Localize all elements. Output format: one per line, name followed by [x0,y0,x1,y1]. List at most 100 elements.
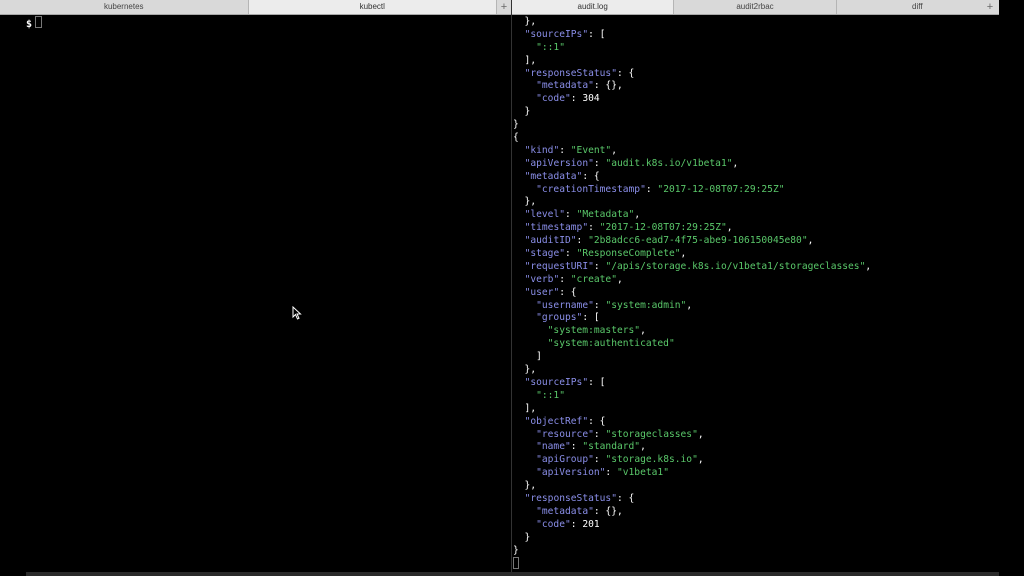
json-punct: , [617,273,623,285]
json-punct [513,506,536,517]
json-key: "user" [524,286,560,298]
json-punct [513,209,525,220]
json-key: "metadata" [524,170,583,182]
json-punct [513,42,536,53]
json-punct [513,235,525,246]
audit-log-pane[interactable]: }, "sourceIPs": [ "::1" ], "responseStat… [513,16,871,570]
json-key: "auditID" [524,235,577,247]
mouse-pointer-icon [292,306,302,320]
terminal-left-pane[interactable]: $ [26,16,43,31]
json-key: "verb" [524,273,560,285]
log-line: ], [513,403,871,416]
log-line: "system:authenticated" [513,338,871,351]
json-string: "system:admin" [605,299,687,311]
json-punct [513,80,536,91]
json-key: "timestamp" [524,222,589,234]
json-string: "2017-12-08T07:29:25Z" [657,183,785,195]
json-punct [513,300,536,311]
json-punct [513,158,525,169]
json-string: "standard" [582,441,641,453]
json-punct: : {}, [593,80,623,92]
json-punct [513,29,525,40]
json-punct [513,493,525,504]
json-punct: : [588,222,600,234]
json-string: "2b8adcc6-ead7-4f75-abe9-106150045e80" [588,235,808,247]
log-line: }, [513,16,871,29]
json-string: "::1" [536,389,565,401]
log-line: "requestURI": "/apis/storage.k8s.io/v1be… [513,260,872,274]
json-string: "/apis/storage.k8s.io/v1beta1/storagecla… [605,260,866,272]
text-cursor [35,16,43,28]
tab-diff[interactable]: diff [837,0,999,14]
json-punct [513,454,536,465]
json-punct [513,93,536,104]
json-punct: , [640,441,646,453]
tab-audit2rbac[interactable]: audit2rbac [674,0,837,14]
add-tab-left-button[interactable]: + [497,0,511,14]
json-punct: : [593,299,606,311]
json-punct: : [ [582,312,600,324]
json-punct: , [865,260,872,272]
json-key: "sourceIPs" [524,376,589,388]
json-key: "kind" [524,144,560,156]
json-key: "code" [536,93,571,105]
json-punct: : [593,260,606,272]
json-punct: : [559,273,571,285]
log-line: "timestamp": "2017-12-08T07:29:25Z", [513,222,871,235]
json-punct [513,171,525,182]
json-punct: : [ [588,28,606,40]
tab-kubectl[interactable]: kubectl [248,0,497,14]
log-line: "code": 304 [513,93,871,106]
json-punct: : [593,454,606,466]
json-punct: : { [559,286,577,298]
json-key: "apiVersion" [524,157,594,169]
json-punct: : [605,467,617,479]
json-punct [513,68,525,79]
json-punct: }, [513,16,537,27]
json-punct: , [732,157,739,169]
json-key: "resource" [536,428,594,440]
json-punct [513,325,548,336]
log-line: "name": "standard", [513,441,871,454]
add-tab-right-button[interactable]: + [981,0,999,15]
log-line: "stage": "ResponseComplete", [513,248,871,261]
json-punct: ], [513,402,537,414]
json-punct: : { [582,170,600,182]
json-key: "responseStatus" [524,492,617,504]
json-punct: : { [588,415,606,427]
log-line: "responseStatus": { [513,493,871,506]
json-punct: ], [513,54,537,66]
json-punct: , [697,428,704,440]
json-punct [513,390,536,401]
pane-divider[interactable] [511,0,512,576]
json-punct: } [513,119,519,131]
json-key: "name" [536,441,571,453]
log-line: } [513,119,871,132]
json-number: 304 [582,93,600,105]
json-key: "metadata" [536,505,594,517]
json-string: "system:masters" [547,325,641,337]
json-key: "metadata" [536,80,594,92]
log-line: } [513,106,871,119]
json-key: "sourceIPs" [524,28,589,40]
json-punct [513,429,536,440]
json-punct [513,312,536,323]
bottom-scroll-bar[interactable] [26,572,999,576]
left-tab-bar: kubernetes kubectl + [0,0,511,15]
json-punct: : [570,441,583,453]
json-punct: , [640,325,646,337]
log-line: "sourceIPs": [ [513,29,871,42]
tab-audit-log[interactable]: audit.log [512,0,675,14]
tab-kubernetes[interactable]: kubernetes [0,0,249,14]
log-line: "metadata": {}, [513,80,871,93]
json-punct: : { [616,492,635,504]
json-punct: , [686,299,693,311]
json-key: "stage" [524,248,565,260]
json-string: "::1" [536,41,565,53]
log-line: "kind": "Event", [513,145,871,158]
json-punct: : [576,235,589,247]
json-key: "responseStatus" [524,67,617,79]
log-line: "groups": [ [513,312,871,325]
log-line: "creationTimestamp": "2017-12-08T07:29:2… [513,184,871,197]
json-punct: : [559,144,571,156]
